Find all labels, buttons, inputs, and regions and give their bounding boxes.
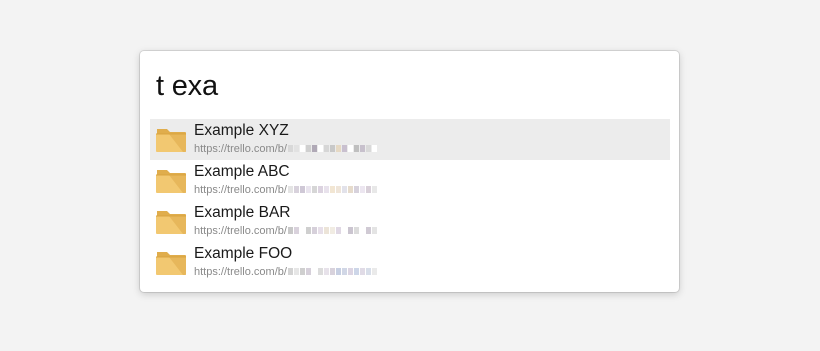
redaction-pixel bbox=[305, 227, 311, 235]
result-url: https://trello.com/b/ bbox=[194, 265, 378, 279]
redaction-pixel bbox=[293, 268, 299, 276]
result-item[interactable]: Example ABC https://trello.com/b/ bbox=[150, 160, 670, 201]
redaction-pixel bbox=[365, 186, 371, 194]
folder-icon bbox=[156, 252, 186, 275]
redaction-pixel bbox=[353, 268, 359, 276]
redaction-pixel bbox=[323, 268, 329, 276]
redaction-pixel bbox=[305, 186, 311, 194]
redaction-pixel bbox=[287, 268, 293, 276]
redaction-pixel bbox=[311, 268, 317, 276]
redaction-pixel bbox=[347, 186, 353, 194]
redaction-pixel bbox=[299, 268, 305, 276]
redaction-pixel bbox=[341, 268, 347, 276]
results-list: Example XYZ https://trello.com/b/ Exampl… bbox=[150, 119, 670, 283]
result-url: https://trello.com/b/ bbox=[194, 224, 378, 238]
redaction-pixel bbox=[287, 186, 293, 194]
redaction-pixel bbox=[359, 186, 365, 194]
folder-icon bbox=[156, 211, 186, 234]
redaction-pixel bbox=[293, 227, 299, 235]
search-query-field[interactable]: t exa bbox=[156, 68, 218, 104]
redaction-pixel bbox=[293, 186, 299, 194]
result-item[interactable]: Example XYZ https://trello.com/b/ bbox=[150, 119, 670, 160]
redacted-url-path bbox=[287, 268, 378, 276]
redaction-pixel bbox=[371, 145, 377, 153]
result-url: https://trello.com/b/ bbox=[194, 142, 378, 156]
redaction-pixel bbox=[293, 145, 299, 153]
folder-icon bbox=[156, 170, 186, 193]
result-title: Example XYZ bbox=[194, 122, 289, 139]
redaction-pixel bbox=[311, 186, 317, 194]
result-title: Example FOO bbox=[194, 245, 293, 262]
redaction-pixel bbox=[347, 145, 353, 153]
result-title: Example BAR bbox=[194, 204, 291, 221]
redaction-pixel bbox=[365, 145, 371, 153]
redaction-pixel bbox=[365, 268, 371, 276]
redaction-pixel bbox=[305, 268, 311, 276]
redaction-pixel bbox=[329, 227, 335, 235]
redaction-pixel bbox=[335, 227, 341, 235]
redaction-pixel bbox=[371, 268, 377, 276]
redaction-pixel bbox=[359, 145, 365, 153]
redaction-pixel bbox=[347, 227, 353, 235]
launcher-window: t exa Example XYZ https://trello.com/b/ … bbox=[140, 51, 679, 292]
redaction-pixel bbox=[329, 145, 335, 153]
redaction-pixel bbox=[371, 227, 377, 235]
redaction-pixel bbox=[287, 227, 293, 235]
redaction-pixel bbox=[353, 145, 359, 153]
redaction-pixel bbox=[317, 227, 323, 235]
redacted-url-path bbox=[287, 227, 378, 235]
result-item[interactable]: Example FOO https://trello.com/b/ bbox=[150, 242, 670, 283]
redaction-pixel bbox=[329, 268, 335, 276]
result-title: Example ABC bbox=[194, 163, 290, 180]
redaction-pixel bbox=[353, 227, 359, 235]
redaction-pixel bbox=[341, 186, 347, 194]
redaction-pixel bbox=[341, 145, 347, 153]
redaction-pixel bbox=[353, 186, 359, 194]
redaction-pixel bbox=[347, 268, 353, 276]
redacted-url-path bbox=[287, 186, 378, 194]
redaction-pixel bbox=[335, 268, 341, 276]
redaction-pixel bbox=[371, 186, 377, 194]
redaction-pixel bbox=[317, 268, 323, 276]
redaction-pixel bbox=[359, 268, 365, 276]
redaction-pixel bbox=[359, 227, 365, 235]
redaction-pixel bbox=[311, 145, 317, 153]
redaction-pixel bbox=[305, 145, 311, 153]
redaction-pixel bbox=[329, 186, 335, 194]
redaction-pixel bbox=[299, 227, 305, 235]
redaction-pixel bbox=[335, 186, 341, 194]
redaction-pixel bbox=[365, 227, 371, 235]
redaction-pixel bbox=[323, 186, 329, 194]
redacted-url-path bbox=[287, 145, 378, 153]
redaction-pixel bbox=[299, 186, 305, 194]
result-item[interactable]: Example BAR https://trello.com/b/ bbox=[150, 201, 670, 242]
redaction-pixel bbox=[287, 145, 293, 153]
redaction-pixel bbox=[299, 145, 305, 153]
redaction-pixel bbox=[323, 227, 329, 235]
folder-icon bbox=[156, 129, 186, 152]
result-url: https://trello.com/b/ bbox=[194, 183, 378, 197]
redaction-pixel bbox=[341, 227, 347, 235]
redaction-pixel bbox=[335, 145, 341, 153]
redaction-pixel bbox=[311, 227, 317, 235]
redaction-pixel bbox=[323, 145, 329, 153]
redaction-pixel bbox=[317, 186, 323, 194]
redaction-pixel bbox=[317, 145, 323, 153]
